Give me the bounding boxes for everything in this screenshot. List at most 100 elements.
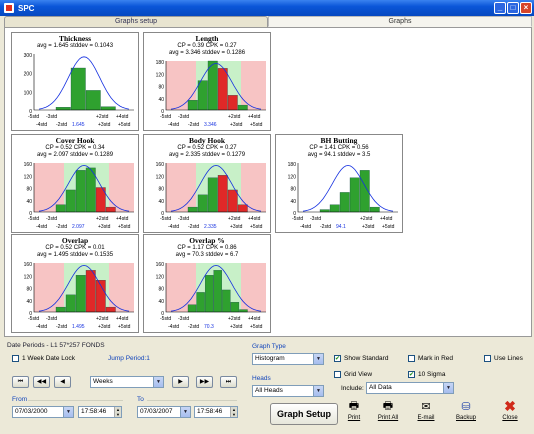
x-tick-label: +2std [96, 114, 109, 120]
week-lock-checkbox[interactable]: 1 Week Date Lock [12, 355, 75, 362]
use-lines-checkbox[interactable]: Use Lines [484, 355, 523, 362]
use-lines-label: Use Lines [494, 355, 523, 362]
from-time-value: 17:58:46 [81, 408, 107, 415]
histogram-bar [230, 302, 240, 313]
email-button[interactable]: ✉ E-mail [410, 398, 442, 428]
histogram-bar [239, 309, 248, 313]
y-tick-label: 160 [156, 162, 165, 168]
nav-prev-fast-button[interactable]: ◀◀ [33, 376, 50, 388]
heads-label: Heads [252, 375, 271, 382]
heads-select[interactable]: All Heads ▼ [252, 385, 324, 397]
histogram-bar [207, 60, 218, 111]
chart-length[interactable]: Length CP = 0.39 CPK = 0.27 avg = 3.346 st… [143, 32, 271, 131]
show-standard-checkbox[interactable]: ✔ Show Standard [334, 355, 388, 362]
histogram-bar [55, 204, 66, 213]
nav-next-fast-button[interactable]: ▶▶ [196, 376, 213, 388]
x-tick-label: 70.3 [204, 324, 214, 330]
to-time-spinner[interactable]: 17:58:46 ▲ ▼ [194, 406, 238, 418]
tab-graphs-setup[interactable]: Graphs setup [4, 16, 268, 27]
x-tick-label: 94.1 [336, 224, 346, 230]
y-tick-label: 300 [24, 53, 33, 59]
period-select[interactable]: Weeks ▼ [90, 376, 164, 388]
graph-type-select[interactable]: Histogram ▼ [252, 353, 324, 365]
x-tick-label: +2std [360, 216, 373, 222]
histogram-plot: 18012080400-5std -3std +2std +4std-4std -2st… [156, 60, 266, 128]
backup-button[interactable]: ⛁ Backup [450, 398, 482, 428]
minimize-button[interactable]: _ [494, 2, 506, 14]
histogram-plot: 16012080400-5std -3std +2std +4std-4std -2st… [24, 262, 134, 330]
nav-last-button[interactable]: ⏭ [220, 376, 237, 388]
printer-icon: 🖶 [348, 400, 360, 412]
print-all-button[interactable]: 🖶 Print All [372, 398, 404, 428]
grid-view-checkbox[interactable]: Grid View [334, 371, 372, 378]
print-button[interactable]: 🖶 Print [338, 398, 370, 428]
y-tick-label: 200 [24, 72, 33, 78]
nav-first-button[interactable]: ⏮ [12, 376, 29, 388]
from-date-picker[interactable]: 07/03/2000 ▼ [12, 406, 74, 418]
x-tick-label: -2std [320, 224, 331, 230]
ten-sigma-checkbox[interactable]: ✔ 10 Sigma [408, 371, 445, 378]
histogram-bar [65, 189, 76, 213]
x-tick-label: -3std [178, 216, 189, 222]
x-tick-label: +2std [96, 216, 109, 222]
y-tick-label: 80 [290, 187, 296, 193]
include-select[interactable]: All Data ▼ [366, 382, 454, 394]
date-periods-label: Date Periods - L1 57*257 FONDS [7, 342, 105, 349]
envelope-icon: ✉ [421, 401, 431, 413]
x-tick-label: +3std [98, 122, 111, 128]
graph-setup-button[interactable]: Graph Setup [270, 403, 338, 425]
x-tick-label: +4std [248, 114, 261, 120]
x-tick-label: -4std [168, 324, 179, 330]
nav-prev-button[interactable]: ◀ [54, 376, 71, 388]
mark-in-red-label: Mark in Red [418, 355, 454, 362]
maximize-button[interactable]: □ [507, 2, 519, 14]
to-date-picker[interactable]: 07/03/2007 ▼ [137, 406, 191, 418]
histogram-bar [369, 206, 380, 213]
x-tick-label: +4std [116, 216, 129, 222]
app-icon [4, 3, 14, 13]
histogram-bar [105, 306, 116, 313]
chevron-down-icon: ▼ [63, 407, 73, 417]
histogram-bar [227, 189, 238, 213]
chart-cover-hook[interactable]: Cover Hook CP = 0.52 CPK = 0.34 avg = 2.09… [11, 134, 139, 233]
histogram-bar [237, 204, 248, 213]
chart-body-hook[interactable]: Body Hook CP = 0.52 CPK = 0.27 avg = 2.335… [143, 134, 271, 233]
histogram-bar [227, 95, 238, 111]
histogram-bar [105, 206, 116, 213]
to-time-value: 17:58:46 [197, 408, 223, 415]
histogram-bar [217, 175, 228, 213]
graph-type-label: Graph Type [252, 343, 286, 350]
x-tick-label: +2std [228, 316, 241, 322]
close-icon: ✖ [504, 398, 516, 414]
from-date-value: 07/03/2000 [15, 408, 48, 415]
from-label: From [12, 396, 28, 403]
y-tick-label: 160 [156, 262, 165, 268]
mark-in-red-checkbox[interactable]: Mark in Red [408, 355, 453, 362]
y-tick-label: 40 [158, 199, 164, 205]
close-window-button[interactable]: × [520, 2, 532, 14]
histogram-bar [75, 275, 86, 313]
x-tick-label: -4std [168, 122, 179, 128]
include-label: Include: [341, 385, 364, 392]
y-tick-label: 120 [156, 274, 165, 280]
x-tick-label: +2std [228, 114, 241, 120]
chart-overlap-pct[interactable]: Overlap % CP = 1.17 CPK = 0.86 avg = 70.3 … [143, 234, 271, 333]
x-tick-label: -3std [178, 114, 189, 120]
tab-graphs[interactable]: Graphs [268, 16, 532, 27]
x-tick-label: -5std [292, 216, 303, 222]
close-button[interactable]: ✖ Close [494, 398, 526, 428]
x-tick-label: -5std [28, 216, 39, 222]
x-tick-label: -2std [56, 324, 67, 330]
chart-bh-butting[interactable]: BH Butting CP = 1.41 CPK = 0.56 avg = 94.1… [275, 134, 403, 233]
x-tick-label: -4std [168, 224, 179, 230]
x-tick-label: -5std [28, 114, 39, 120]
y-tick-label: 40 [158, 299, 164, 305]
chart-overlap[interactable]: Overlap CP = 0.52 CPK = 0.01 avg = 1.495 s… [11, 234, 139, 333]
histogram-bar [100, 106, 116, 111]
x-tick-label: -3std [178, 316, 189, 322]
from-divider [28, 400, 123, 401]
nav-next-button[interactable]: ▶ [172, 376, 189, 388]
histogram-bar [349, 177, 360, 213]
from-time-spinner[interactable]: 17:58:46 ▲ ▼ [78, 406, 122, 418]
chart-thickness[interactable]: Thickness avg = 1.645 stddev = 0.1043 300 2… [11, 32, 139, 131]
